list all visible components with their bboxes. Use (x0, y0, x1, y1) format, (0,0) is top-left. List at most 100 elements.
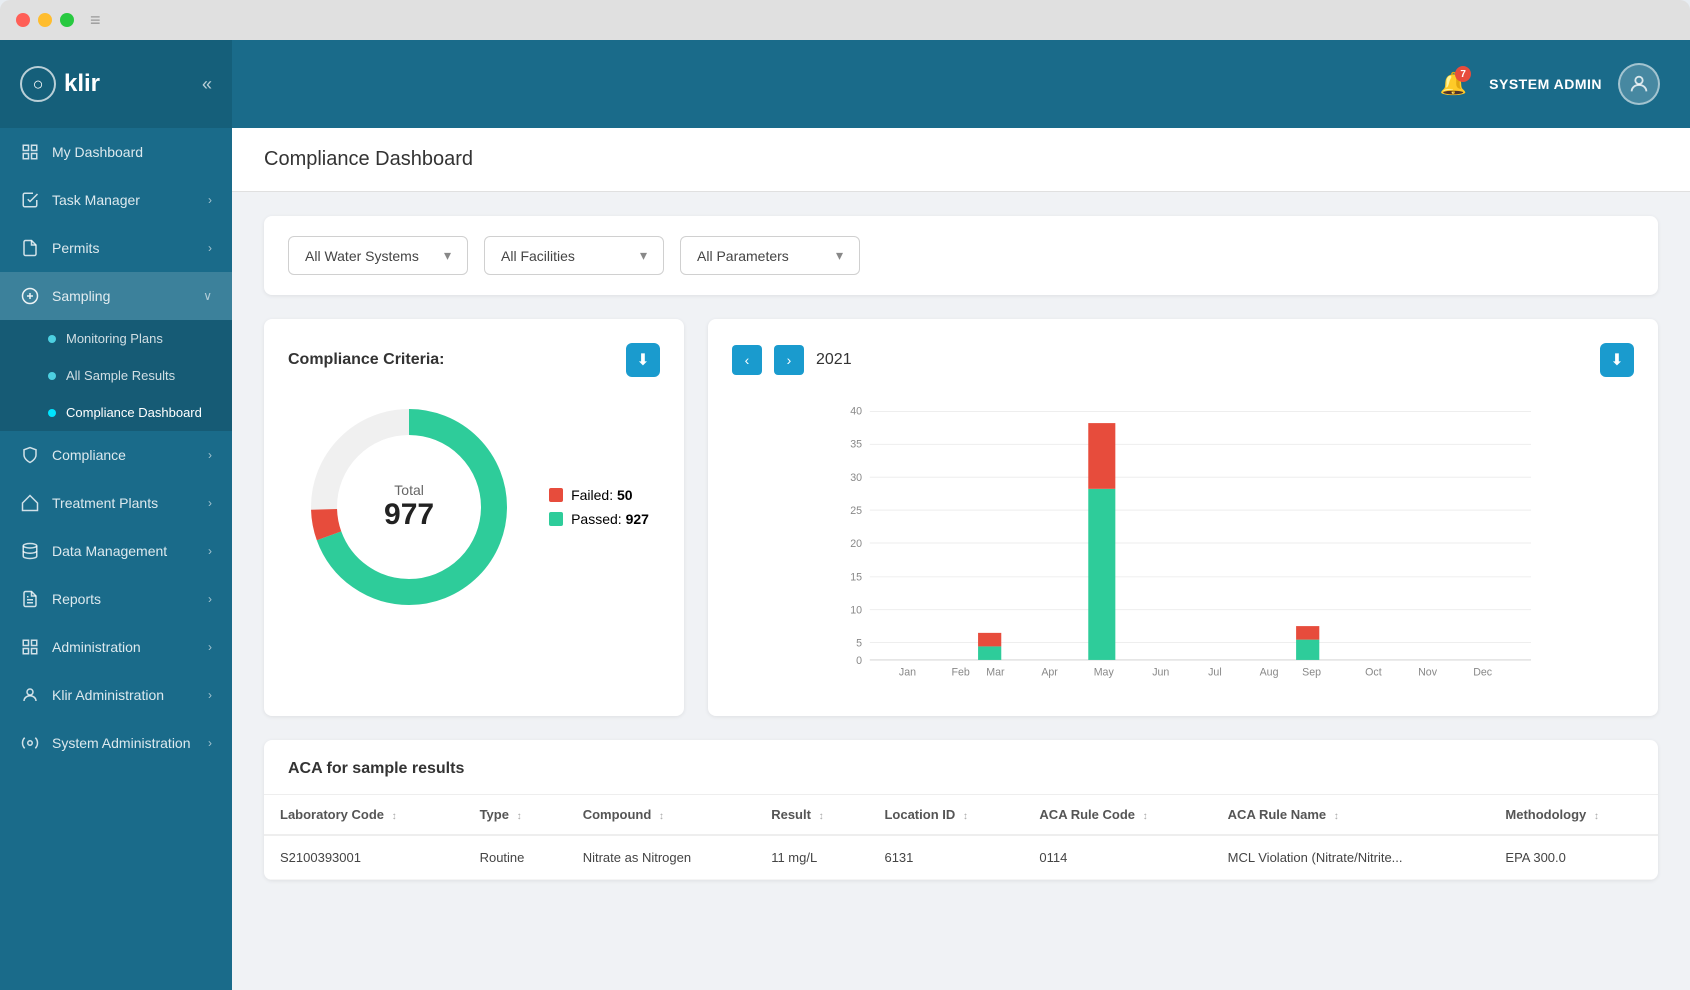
aca-results-table: Laboratory Code ↕ Type ↕ Compound ↕ (264, 795, 1658, 880)
sidebar-item-treatment-plants[interactable]: Treatment Plants › (0, 479, 232, 527)
sidebar-item-data-management[interactable]: Data Management › (0, 527, 232, 575)
cell-location-id: 6131 (868, 835, 1023, 880)
svg-text:35: 35 (850, 438, 862, 450)
chart-download-button[interactable]: ⬇ (1600, 343, 1634, 377)
chevron-right-icon: › (208, 496, 212, 510)
svg-text:30: 30 (850, 472, 862, 484)
sort-icon[interactable]: ↕ (963, 811, 968, 822)
sidebar-item-label-administration: Administration (52, 639, 196, 655)
sort-icon[interactable]: ↕ (1334, 811, 1339, 822)
reports-icon (20, 589, 40, 609)
compliance-download-button[interactable]: ⬇ (626, 343, 660, 377)
sidebar-item-compliance[interactable]: Compliance › (0, 431, 232, 479)
svg-text:Aug: Aug (1260, 666, 1279, 678)
svg-text:10: 10 (850, 605, 862, 617)
chevron-down-icon: ▾ (836, 247, 843, 264)
sort-icon[interactable]: ↕ (659, 811, 664, 822)
sidebar-item-administration[interactable]: Administration › (0, 623, 232, 671)
sidebar-item-label-klir-administration: Klir Administration (52, 687, 196, 703)
cell-compound: Nitrate as Nitrogen (567, 835, 756, 880)
failed-dot (549, 488, 563, 502)
sort-icon[interactable]: ↕ (819, 811, 824, 822)
col-lab-code: Laboratory Code ↕ (264, 795, 464, 835)
svg-text:Mar: Mar (986, 666, 1005, 678)
chevron-down-icon: ▾ (444, 247, 451, 264)
parameter-filter[interactable]: All Parameters ▾ (680, 236, 860, 275)
sidebar-item-task-manager[interactable]: Task Manager › (0, 176, 232, 224)
col-compound: Compound ↕ (567, 795, 756, 835)
sidebar-subitem-label-monitoring-plans: Monitoring Plans (66, 331, 163, 346)
sidebar-item-reports[interactable]: Reports › (0, 575, 232, 623)
sidebar-item-label-compliance: Compliance (52, 447, 196, 463)
sidebar-item-label-my-dashboard: My Dashboard (52, 144, 212, 160)
water-system-filter[interactable]: All Water Systems ▾ (288, 236, 468, 275)
svg-text:Jun: Jun (1152, 666, 1169, 678)
compliance-card-title: Compliance Criteria: (288, 351, 444, 369)
sidebar-item-label-treatment-plants: Treatment Plants (52, 495, 196, 511)
sort-icon[interactable]: ↕ (1594, 811, 1599, 822)
filters-bar: All Water Systems ▾ All Facilities ▾ All… (264, 216, 1658, 295)
sort-icon[interactable]: ↕ (392, 811, 397, 822)
chevron-right-icon: › (208, 688, 212, 702)
minimize-button[interactable] (38, 13, 52, 27)
compliance-criteria-card: Compliance Criteria: ⬇ (264, 319, 684, 716)
chevron-right-icon: › (208, 193, 212, 207)
cards-row: Compliance Criteria: ⬇ (264, 319, 1658, 716)
permits-icon (20, 238, 40, 258)
donut-legend: Failed: 50 Passed: 927 (549, 487, 649, 527)
svg-text:Nov: Nov (1418, 666, 1438, 678)
sampling-icon (20, 286, 40, 306)
table-header-section: ACA for sample results (264, 740, 1658, 795)
system-admin-icon (20, 733, 40, 753)
table-card: ACA for sample results Laboratory Code ↕… (264, 740, 1658, 880)
cell-result: 11 mg/L (755, 835, 868, 880)
sidebar-item-label-permits: Permits (52, 240, 196, 256)
user-avatar[interactable] (1618, 63, 1660, 105)
facility-filter[interactable]: All Facilities ▾ (484, 236, 664, 275)
water-system-label: All Water Systems (305, 248, 419, 264)
legend-passed: Passed: 927 (549, 511, 649, 527)
compliance-card-header: Compliance Criteria: ⬇ (288, 343, 660, 377)
chart-next-button[interactable]: › (774, 345, 804, 375)
sidebar-item-monitoring-plans[interactable]: Monitoring Plans (0, 320, 232, 357)
col-result: Result ↕ (755, 795, 868, 835)
top-header: 🔔 7 SYSTEM ADMIN (232, 40, 1690, 128)
klir-admin-icon (20, 685, 40, 705)
sidebar-item-sampling[interactable]: Sampling ∨ (0, 272, 232, 320)
svg-text:Apr: Apr (1041, 666, 1058, 678)
sidebar-item-klir-administration[interactable]: Klir Administration › (0, 671, 232, 719)
dot-indicator (48, 409, 56, 417)
sidebar-item-compliance-dashboard[interactable]: Compliance Dashboard (0, 394, 232, 431)
chart-card-header: ‹ › 2021 ⬇ (732, 343, 1634, 377)
sort-icon[interactable]: ↕ (1143, 811, 1148, 822)
svg-text:May: May (1094, 666, 1115, 678)
bar-chart-card: ‹ › 2021 ⬇ 40 35 30 (708, 319, 1658, 716)
sidebar-header: ○ klir « (0, 40, 232, 128)
table-section-title: ACA for sample results (288, 760, 1634, 778)
treatment-icon (20, 493, 40, 513)
sidebar-item-all-sample-results[interactable]: All Sample Results (0, 357, 232, 394)
svg-text:15: 15 (850, 572, 862, 584)
chevron-right-icon: › (208, 448, 212, 462)
chevron-down-icon: ▾ (640, 247, 647, 264)
sort-icon[interactable]: ↕ (517, 811, 522, 822)
passed-dot (549, 512, 563, 526)
sidebar-item-permits[interactable]: Permits › (0, 224, 232, 272)
window-bar: ≡ (0, 0, 1690, 40)
cell-methodology: EPA 300.0 (1489, 835, 1658, 880)
legend-failed: Failed: 50 (549, 487, 649, 503)
svg-text:Oct: Oct (1365, 666, 1382, 678)
sidebar-subitem-label-all-sample-results: All Sample Results (66, 368, 175, 383)
sidebar-item-system-administration[interactable]: System Administration › (0, 719, 232, 767)
col-aca-rule-name: ACA Rule Name ↕ (1212, 795, 1490, 835)
menu-icon: ≡ (90, 10, 101, 31)
notification-button[interactable]: 🔔 7 (1433, 64, 1473, 104)
sidebar-item-my-dashboard[interactable]: My Dashboard (0, 128, 232, 176)
table-header-row: Laboratory Code ↕ Type ↕ Compound ↕ (264, 795, 1658, 835)
sidebar-collapse-button[interactable]: « (202, 74, 212, 95)
close-button[interactable] (16, 13, 30, 27)
maximize-button[interactable] (60, 13, 74, 27)
header-right: 🔔 7 SYSTEM ADMIN (1433, 63, 1660, 105)
dashboard-icon (20, 142, 40, 162)
chart-prev-button[interactable]: ‹ (732, 345, 762, 375)
